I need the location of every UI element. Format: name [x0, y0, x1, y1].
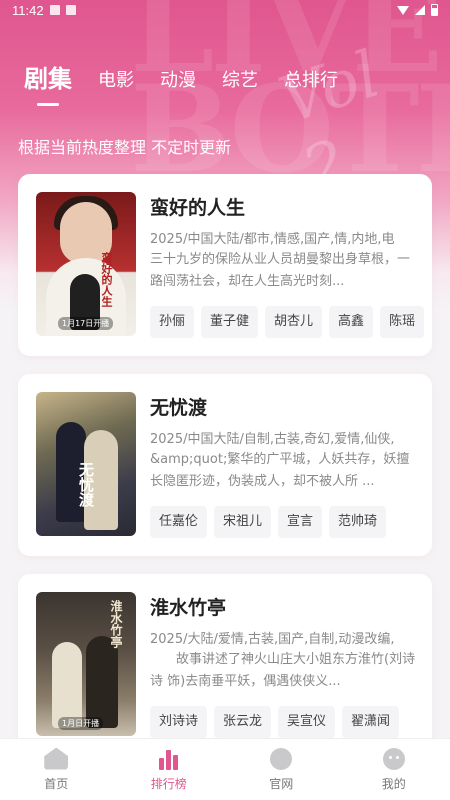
rank-icon [157, 748, 181, 770]
drama-description: 三十九岁的保险从业人员胡曼黎出身草根，一路闯荡社会，却在人生高光时刻... [150, 252, 411, 289]
actor-tag[interactable]: 胡杏儿 [265, 306, 323, 338]
drama-description: &amp;quot;繁华的广平城，人妖共存，妖擅长隐匿形迹，伪装成人，却不被人所… [150, 452, 410, 489]
poster-title-text: 淮水竹亭 [109, 600, 123, 648]
nav-ranking[interactable]: 排行榜 [113, 739, 226, 800]
actor-tag[interactable]: 翟潇闻 [342, 706, 400, 738]
tab-movies[interactable]: 电影 [98, 68, 134, 94]
actor-tag[interactable]: 张云龙 [214, 706, 272, 738]
actor-list: 孙俪 董子健 胡杏儿 高鑫 陈瑶 [150, 306, 425, 338]
ranking-card[interactable]: 无忧渡 无忧渡 2025/中国大陆/自制,古装,奇幻,爱情,仙侠, &amp;q… [18, 374, 432, 556]
poster-title-text: 蛮好的人生 [100, 252, 113, 307]
nav-label: 首页 [44, 776, 69, 791]
poster-image[interactable]: 无忧渡 [36, 392, 136, 536]
drama-description: 故事讲述了神火山庄大小姐东方淮竹(刘诗诗 饰)去南垂平妖，偶遇侠侠义... [150, 652, 416, 689]
home-icon [44, 747, 69, 770]
nav-home[interactable]: 首页 [0, 739, 113, 800]
actor-list: 任嘉伦 宋祖儿 宣言 范帅琦 [150, 506, 387, 538]
ranking-subtitle: 根据当前热度整理 不定时更新 [18, 138, 232, 157]
wifi-icon [397, 5, 409, 15]
poster-title-text: 无忧渡 [77, 462, 95, 507]
nav-label: 我的 [381, 776, 406, 791]
tab-overall-ranking[interactable]: 总排行 [284, 68, 338, 94]
actor-tag[interactable]: 高鑫 [329, 306, 374, 338]
drama-title[interactable]: 淮水竹亭 [150, 594, 416, 622]
signal-icon [415, 5, 425, 15]
battery-icon [431, 4, 438, 16]
actor-tag[interactable]: 宋祖儿 [214, 506, 272, 538]
ranking-card[interactable]: 蛮好的人生 1月17日开播 蛮好的人生 2025/中国大陆/都市,情感,国产,情… [18, 174, 432, 356]
bottom-navigation: 首页 排行榜 官网 我的 [0, 738, 450, 800]
official-icon [270, 747, 293, 770]
drama-meta: 2025/中国大陆/都市,情感,国产,情,内地,电 [150, 232, 395, 247]
notification-icon [65, 5, 76, 15]
drama-meta: 2025/中国大陆/自制,古装,奇幻,爱情,仙侠, [150, 432, 395, 447]
actor-tag[interactable]: 刘诗诗 [150, 706, 208, 738]
tab-series[interactable]: 剧集 [24, 64, 72, 94]
nav-label: 排行榜 [150, 776, 187, 791]
ranking-card[interactable]: 淮水竹亭 1月日开播 淮水竹亭 2025/大陆/爱情,古装,国产,自制,动漫改编… [18, 574, 432, 756]
mine-icon [382, 747, 405, 770]
tab-anime[interactable]: 动漫 [160, 68, 196, 94]
actor-list: 刘诗诗 张云龙 吴宣仪 翟潇闻 [150, 706, 400, 738]
actor-tag[interactable]: 范帅琦 [329, 506, 387, 538]
poster-image[interactable]: 淮水竹亭 1月日开播 [36, 592, 136, 736]
status-bar: 11:42 [0, 0, 450, 20]
poster-image[interactable]: 蛮好的人生 1月17日开播 [36, 192, 136, 336]
nav-label: 官网 [269, 776, 294, 791]
poster-badge: 1月17日开播 [58, 317, 114, 330]
tab-variety[interactable]: 综艺 [222, 68, 258, 94]
actor-tag[interactable]: 孙俪 [150, 306, 195, 338]
drama-title[interactable]: 蛮好的人生 [150, 194, 416, 222]
notification-icon [49, 5, 60, 15]
drama-meta: 2025/大陆/爱情,古装,国产,自制,动漫改编, [150, 632, 395, 647]
category-tabs: 剧集 电影 动漫 综艺 总排行 [24, 64, 364, 94]
actor-tag[interactable]: 任嘉伦 [150, 506, 208, 538]
status-time: 11:42 [12, 2, 44, 18]
actor-tag[interactable]: 陈瑶 [380, 306, 425, 338]
nav-mine[interactable]: 我的 [338, 739, 450, 800]
actor-tag[interactable]: 吴宣仪 [278, 706, 336, 738]
drama-title[interactable]: 无忧渡 [150, 394, 416, 422]
actor-tag[interactable]: 董子健 [201, 306, 259, 338]
poster-badge: 1月日开播 [58, 717, 104, 730]
nav-official[interactable]: 官网 [225, 739, 338, 800]
actor-tag[interactable]: 宣言 [278, 506, 323, 538]
